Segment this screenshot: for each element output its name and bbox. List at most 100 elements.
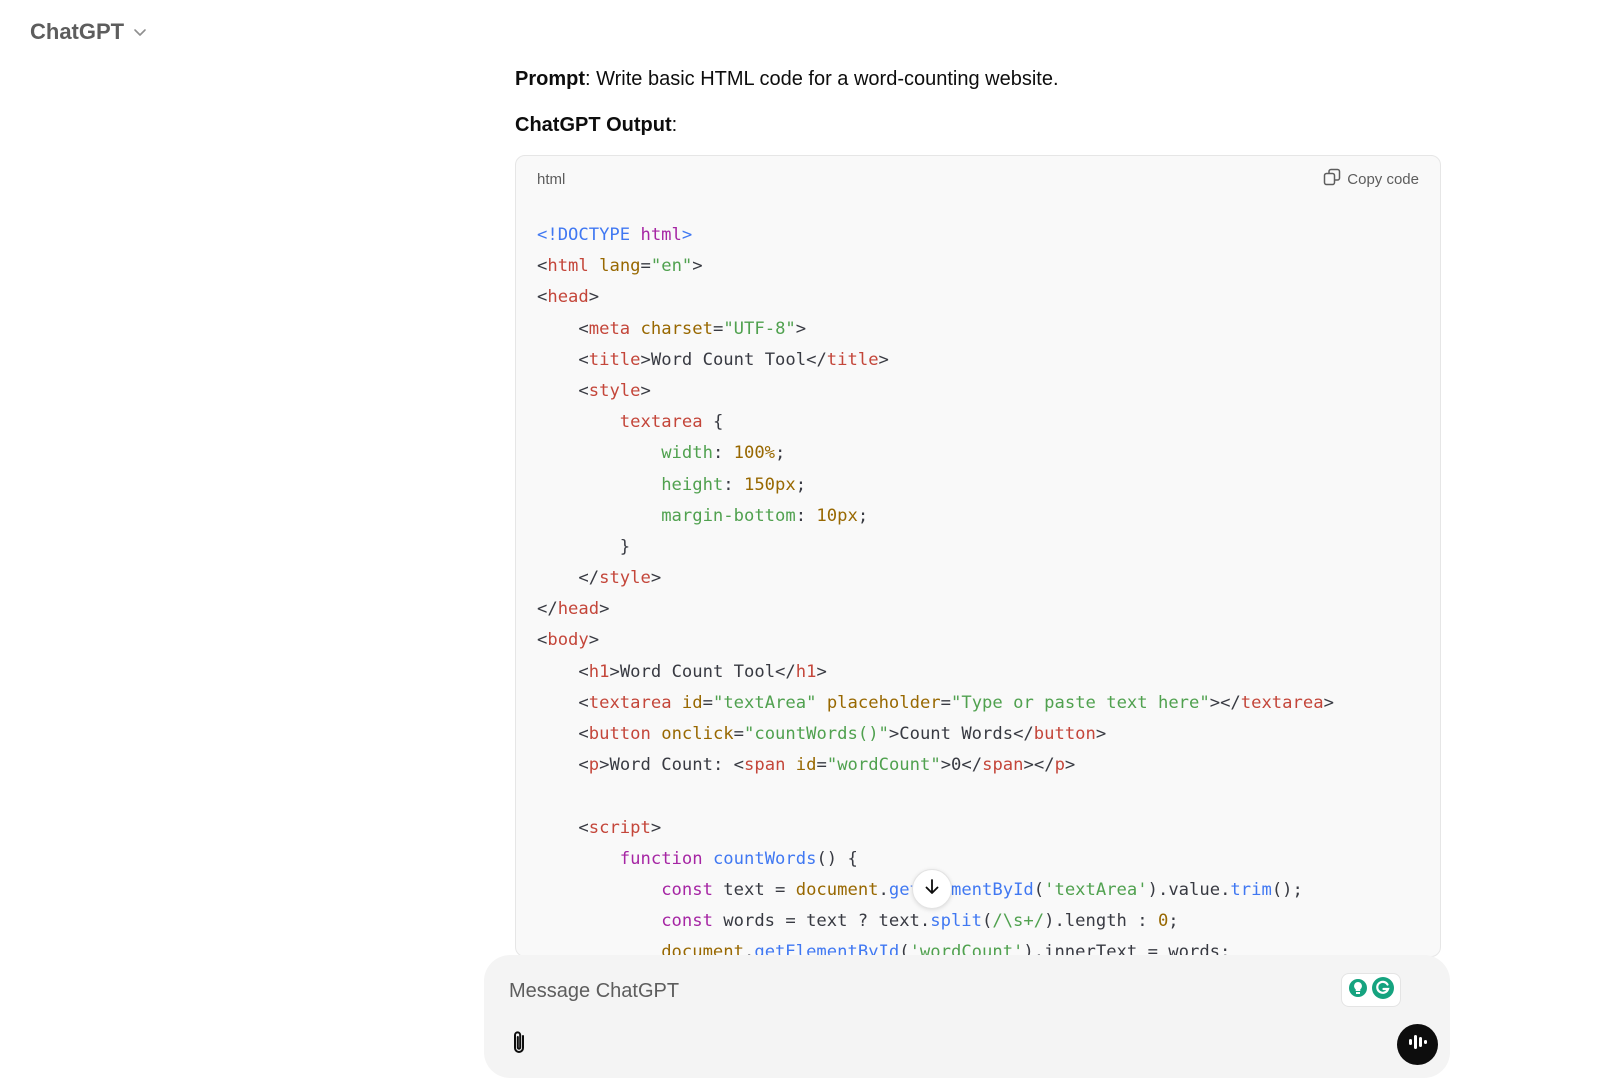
code-line: function countWords() { bbox=[537, 844, 1419, 875]
code-token: </ bbox=[1013, 724, 1034, 744]
output-label: ChatGPT Output bbox=[515, 114, 672, 136]
code-token: title bbox=[588, 349, 641, 370]
code-line: const words = text ? text.split(/\s+/).l… bbox=[537, 906, 1419, 937]
code-line: width: 100%; bbox=[537, 438, 1419, 469]
code-line: margin-bottom: 10px; bbox=[537, 501, 1419, 532]
grammarly-widget[interactable] bbox=[1341, 973, 1401, 1007]
code-token: getElementById bbox=[888, 879, 1034, 900]
code-token: = bbox=[702, 692, 713, 713]
grammarly-icon bbox=[1371, 976, 1395, 1005]
code-line: <head> bbox=[537, 282, 1419, 313]
code-token: 150px bbox=[743, 474, 796, 495]
code-token: ; bbox=[795, 474, 807, 495]
code-line: <html lang="en"> bbox=[537, 251, 1419, 282]
code-token: 100% bbox=[733, 443, 776, 464]
code-token: ></ bbox=[1023, 755, 1055, 776]
code-line: </head> bbox=[537, 594, 1419, 625]
message-input[interactable] bbox=[507, 973, 1331, 1009]
code-token: lang bbox=[599, 256, 641, 277]
code-line: <p>Word Count: <span id="wordCount">0</s… bbox=[537, 750, 1419, 781]
code-token: html bbox=[640, 225, 682, 245]
model-switcher[interactable]: ChatGPT bbox=[28, 14, 150, 50]
code-token: (); bbox=[1271, 879, 1303, 900]
code-line: <meta charset="UTF-8"> bbox=[537, 314, 1419, 345]
copy-code-button[interactable]: Copy code bbox=[1323, 168, 1419, 190]
code-token: const bbox=[661, 879, 713, 900]
code-token: < bbox=[537, 287, 548, 308]
message-composer bbox=[484, 955, 1450, 1078]
attach-file-button[interactable] bbox=[502, 1028, 536, 1062]
code-token: > bbox=[640, 380, 651, 401]
code-token: > bbox=[640, 349, 651, 370]
code-token: < bbox=[537, 630, 548, 651]
code-token: > bbox=[681, 225, 693, 245]
code-token: } bbox=[537, 536, 631, 557]
code-token: "countWords()" bbox=[744, 724, 889, 744]
code-token: > bbox=[940, 755, 952, 776]
code-token: words = text ? text. bbox=[712, 911, 931, 932]
code-token: = bbox=[940, 692, 952, 713]
code-token: = bbox=[640, 256, 651, 277]
code-token: { bbox=[702, 412, 724, 433]
code-token: <!DOCTYPE bbox=[537, 225, 641, 245]
code-token: > bbox=[588, 287, 600, 308]
code-token: margin-bottom bbox=[661, 505, 796, 526]
voice-mode-button[interactable] bbox=[1397, 1024, 1438, 1065]
code-token: > bbox=[795, 318, 807, 339]
code-token: : bbox=[712, 443, 734, 464]
code-token: () { bbox=[816, 848, 858, 869]
code-token: button bbox=[1033, 724, 1096, 744]
code-token: span bbox=[744, 755, 786, 776]
code-token: textarea bbox=[619, 412, 703, 433]
code-line: const text = document.getElementById('te… bbox=[537, 875, 1419, 906]
code-token: id bbox=[681, 692, 703, 713]
code-token: const bbox=[661, 911, 713, 932]
code-token: > bbox=[692, 256, 703, 277]
prompt-body: Write basic HTML code for a word-countin… bbox=[596, 68, 1059, 90]
code-line: <textarea id="textArea" placeholder="Typ… bbox=[537, 688, 1419, 719]
code-line: </style> bbox=[537, 563, 1419, 594]
code-token: p bbox=[588, 755, 600, 776]
code-token: html bbox=[547, 256, 589, 277]
code-line: <h1>Word Count Tool</h1> bbox=[537, 657, 1419, 688]
prompt-separator: : bbox=[585, 68, 597, 90]
code-token: > bbox=[878, 349, 889, 370]
code-token: p bbox=[1054, 755, 1065, 776]
code-token: < bbox=[578, 817, 589, 838]
prompt-label: Prompt bbox=[515, 68, 585, 90]
code-token: body bbox=[547, 630, 589, 651]
code-token: 0 bbox=[951, 755, 962, 776]
code-token: </ bbox=[537, 599, 558, 620]
copy-icon bbox=[1323, 168, 1341, 190]
code-token: > bbox=[599, 599, 610, 620]
code-token: > bbox=[588, 630, 600, 651]
code-line: textarea { bbox=[537, 407, 1419, 438]
code-token: > bbox=[599, 755, 610, 776]
code-token: ( bbox=[1033, 879, 1045, 900]
code-token: > bbox=[1064, 755, 1076, 776]
scroll-to-bottom-button[interactable] bbox=[912, 869, 952, 909]
code-token: h1 bbox=[588, 661, 610, 682]
code-language: html bbox=[537, 170, 566, 188]
code-token: "en" bbox=[650, 256, 693, 277]
code-token: : bbox=[723, 474, 744, 495]
code-token: > bbox=[1095, 724, 1107, 744]
code-token: < bbox=[578, 692, 589, 713]
code-block: html Copy code <!DOCTYPE html> <html lang… bbox=[515, 155, 1441, 957]
code-token: h1 bbox=[795, 661, 817, 682]
code-token: style bbox=[599, 568, 651, 589]
code-token: placeholder bbox=[826, 692, 941, 713]
